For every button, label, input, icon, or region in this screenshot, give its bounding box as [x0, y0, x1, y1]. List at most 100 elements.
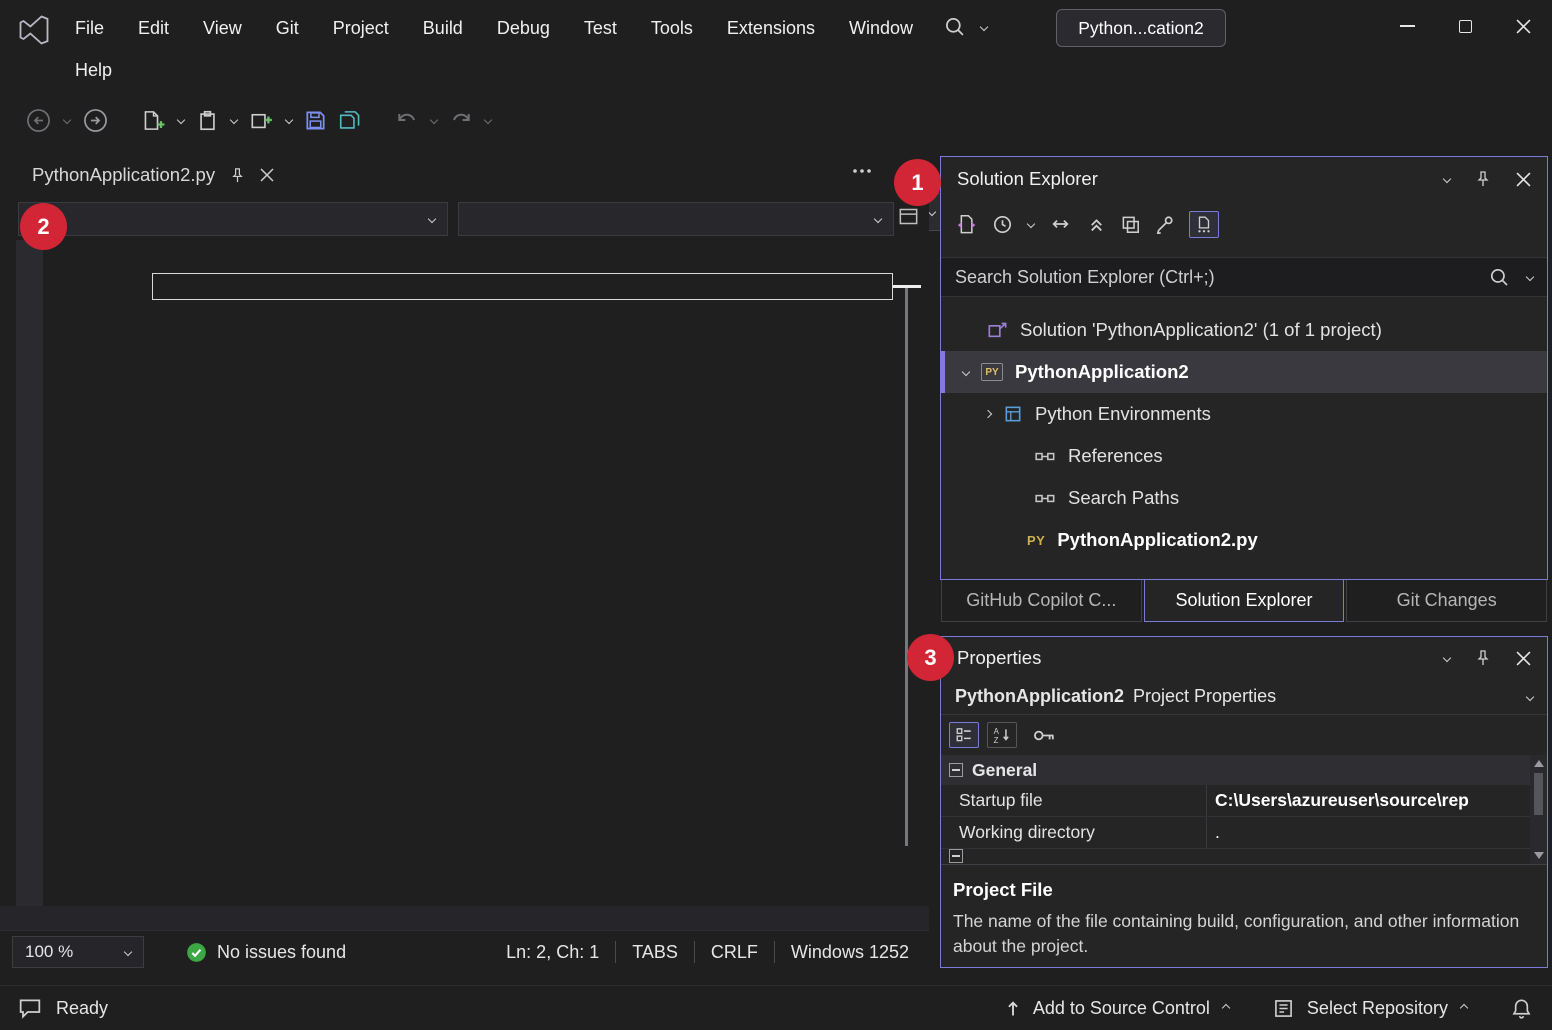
add-to-source-control-button[interactable]: Add to Source Control: [1033, 998, 1210, 1019]
close-icon[interactable]: [1516, 651, 1531, 666]
window-position-chevron-icon[interactable]: [1443, 175, 1451, 183]
line-endings[interactable]: CRLF: [695, 942, 774, 963]
pin-icon[interactable]: [1474, 649, 1492, 667]
menu-file[interactable]: File: [58, 8, 121, 48]
navbar-member-dropdown[interactable]: [458, 202, 894, 236]
collapse-all-icon[interactable]: [1087, 215, 1106, 234]
close-tab-icon[interactable]: [260, 168, 274, 182]
open-file-icon[interactable]: [197, 110, 218, 131]
tree-row-search-paths[interactable]: Search Paths: [941, 477, 1547, 519]
tree-row-references[interactable]: References: [941, 435, 1547, 477]
vertical-scrollbar-thumb[interactable]: [905, 288, 908, 846]
save-all-icon[interactable]: [339, 110, 362, 131]
tab-list-more-icon[interactable]: [852, 168, 872, 174]
bell-icon[interactable]: [1511, 998, 1532, 1019]
window-position-chevron-icon[interactable]: [1443, 654, 1451, 662]
add-new-item-chevron-icon[interactable]: [285, 116, 293, 124]
tree-row-python-file[interactable]: PY PythonApplication2.py: [941, 519, 1547, 561]
menu-edit[interactable]: Edit: [121, 8, 186, 48]
solution-explorer-search[interactable]: Search Solution Explorer (Ctrl+;): [941, 257, 1547, 297]
expander-right-icon[interactable]: [984, 410, 992, 418]
menu-window[interactable]: Window: [832, 8, 930, 48]
navigate-back-chevron-icon[interactable]: [63, 116, 71, 124]
pending-changes-filter-icon[interactable]: [992, 214, 1013, 235]
open-file-chevron-icon[interactable]: [230, 116, 238, 124]
scroll-up-icon[interactable]: [1534, 760, 1544, 767]
menu-test[interactable]: Test: [567, 8, 634, 48]
redo-chevron-icon[interactable]: [484, 116, 492, 124]
close-icon[interactable]: [1516, 172, 1531, 187]
tab-git-changes[interactable]: Git Changes: [1346, 580, 1547, 622]
property-row-working-directory[interactable]: Working directory .: [941, 817, 1547, 849]
navbar-type-dropdown[interactable]: [18, 202, 448, 236]
select-repository-button[interactable]: Select Repository: [1307, 998, 1448, 1019]
properties-wrench-icon[interactable]: [1155, 215, 1174, 234]
new-file-chevron-icon[interactable]: [177, 116, 185, 124]
property-pages-key-icon[interactable]: [1033, 729, 1056, 742]
close-button[interactable]: [1494, 0, 1552, 52]
chevron-down-icon: [928, 208, 936, 216]
property-grid-scrollbar[interactable]: [1530, 755, 1547, 864]
code-editor-surface[interactable]: [0, 240, 929, 930]
horizontal-scrollbar[interactable]: [0, 906, 929, 930]
navigate-back-icon[interactable]: [26, 108, 51, 133]
tree-row-project[interactable]: PY PythonApplication2: [941, 351, 1547, 393]
search-icon[interactable]: [1489, 267, 1509, 287]
switch-views-icon[interactable]: [1049, 216, 1072, 232]
caret-position[interactable]: Ln: 2, Ch: 1: [490, 942, 615, 963]
menu-view[interactable]: View: [186, 8, 259, 48]
scroll-down-icon[interactable]: [1534, 852, 1544, 859]
properties-object-dropdown[interactable]: PythonApplication2 Project Properties: [941, 679, 1547, 715]
search-icon[interactable]: [944, 16, 965, 37]
properties-header[interactable]: Properties: [941, 637, 1547, 679]
menu-build[interactable]: Build: [406, 8, 480, 48]
search-options-chevron-icon[interactable]: [1526, 273, 1534, 281]
titlebar-search-input[interactable]: Python...cation2: [1056, 9, 1226, 47]
expander-down-icon[interactable]: [962, 368, 970, 376]
property-value[interactable]: C:\Users\azureuser\source\rep: [1207, 785, 1547, 816]
pin-icon[interactable]: [229, 167, 246, 184]
solution-explorer-header[interactable]: Solution Explorer: [941, 157, 1547, 201]
redo-icon[interactable]: [450, 111, 472, 129]
tab-github-copilot[interactable]: GitHub Copilot C...: [941, 580, 1142, 622]
filter-chevron-icon[interactable]: [1027, 220, 1035, 228]
property-row-startup-file[interactable]: Startup file C:\Users\azureuser\source\r…: [941, 785, 1547, 817]
minimize-button[interactable]: [1378, 0, 1436, 52]
navigate-forward-icon[interactable]: [83, 108, 108, 133]
menu-git[interactable]: Git: [259, 8, 316, 48]
maximize-button[interactable]: [1436, 0, 1494, 52]
undo-chevron-icon[interactable]: [430, 116, 438, 124]
alphabetical-sort-icon[interactable]: AZ: [987, 722, 1017, 748]
encoding[interactable]: Windows 1252: [775, 942, 925, 963]
show-all-files-icon[interactable]: [1189, 211, 1219, 238]
collapse-box-icon[interactable]: [949, 763, 963, 777]
menu-extensions[interactable]: Extensions: [710, 8, 832, 48]
split-window-icon[interactable]: [898, 207, 919, 226]
pin-icon[interactable]: [1474, 170, 1492, 188]
new-file-icon[interactable]: [142, 110, 165, 131]
sync-with-active-document-icon[interactable]: [955, 214, 977, 235]
editor-tab-pythonapplication2[interactable]: PythonApplication2.py: [18, 154, 288, 196]
copy-scope-icon[interactable]: [1121, 215, 1140, 234]
repository-chevron-icon[interactable]: [1460, 1004, 1468, 1012]
tree-row-python-environments[interactable]: Python Environments: [941, 393, 1547, 435]
add-new-item-icon[interactable]: [250, 110, 273, 131]
scrollbar-thumb[interactable]: [1534, 773, 1543, 815]
property-value[interactable]: .: [1207, 817, 1547, 848]
property-category-general[interactable]: General: [941, 755, 1547, 785]
menu-help[interactable]: Help: [58, 50, 129, 90]
undo-icon[interactable]: [396, 111, 418, 129]
search-dropdown-chevron-icon[interactable]: [980, 22, 988, 30]
issues-indicator[interactable]: No issues found: [186, 931, 346, 973]
indent-mode[interactable]: TABS: [616, 942, 694, 963]
menu-debug[interactable]: Debug: [480, 8, 567, 48]
tab-solution-explorer[interactable]: Solution Explorer: [1144, 580, 1345, 622]
source-control-chevron-icon[interactable]: [1222, 1004, 1230, 1012]
tree-row-solution[interactable]: Solution 'PythonApplication2' (1 of 1 pr…: [941, 309, 1547, 351]
menu-project[interactable]: Project: [316, 8, 406, 48]
feedback-bubble-icon[interactable]: [18, 998, 42, 1019]
menu-tools[interactable]: Tools: [634, 8, 710, 48]
zoom-dropdown[interactable]: 100 %: [12, 936, 144, 968]
categorized-view-icon[interactable]: [949, 722, 979, 748]
save-icon[interactable]: [305, 110, 326, 131]
